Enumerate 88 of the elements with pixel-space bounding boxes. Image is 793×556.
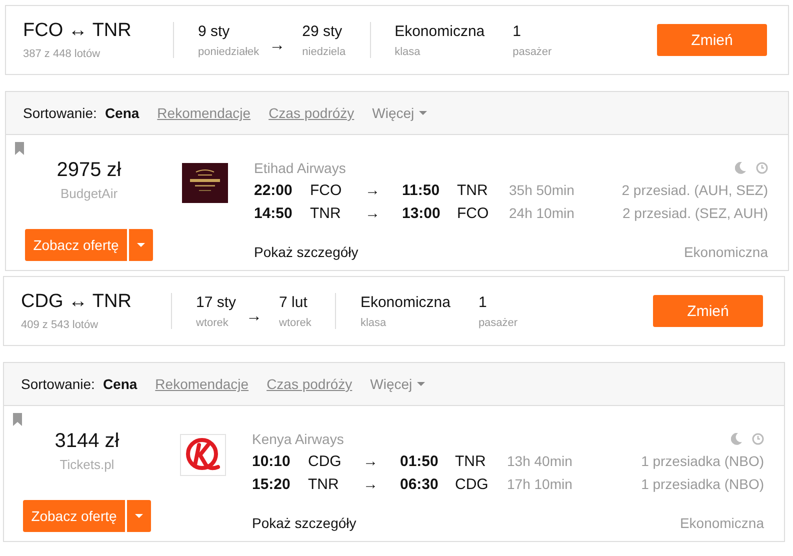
leg-arrow: → [363, 453, 379, 470]
sort-option[interactable]: Cena [102, 376, 138, 392]
depart-day: wtorek [196, 316, 236, 328]
more-dropdown[interactable]: Więcej [370, 376, 426, 392]
sort-option[interactable]: Rekomendacje [157, 105, 251, 121]
cabin-class: Ekonomiczna [394, 22, 486, 40]
origin-code: TNR [310, 205, 342, 222]
origin-code: CDG [308, 453, 342, 470]
airline-logo [180, 434, 226, 476]
agency-name: Tickets.pl [60, 457, 114, 472]
return-day: niedziela [302, 46, 346, 58]
change-button[interactable]: Zmień [657, 24, 767, 56]
departure-time: 10:10 [252, 453, 292, 470]
depart-date: 9 sty [198, 22, 231, 40]
destination-code: FCO [457, 205, 490, 222]
arrival-time: 11:50 [402, 182, 441, 199]
cabin-label: klasa [360, 316, 388, 328]
depart-day: poniedziałek [198, 46, 260, 58]
passenger-count: 1 [478, 294, 488, 310]
cabin-class: Ekonomiczna [360, 294, 452, 310]
stops-info: 2 przesiad. (SEZ, AUH) [622, 205, 768, 221]
price: 2975 zł [56, 159, 122, 182]
return-day: wtorek [279, 316, 312, 328]
airline-name: Kenya Airways [252, 431, 344, 447]
destination-code: TNR [455, 453, 487, 470]
arrival-time: 01:50 [400, 453, 440, 470]
view-offer-button[interactable]: Zobacz ofertę [23, 500, 125, 532]
cabin-class: Ekonomiczna [684, 244, 768, 260]
departure-time: 15:20 [252, 476, 292, 493]
flights-count: 409 z 543 lotów [21, 319, 100, 331]
clock-icon [756, 162, 768, 174]
moon-icon [731, 433, 742, 445]
change-button[interactable]: Zmień [653, 295, 763, 327]
dropdown-button[interactable] [128, 229, 153, 261]
show-details-link[interactable]: Pokaż szczegóły [254, 244, 358, 260]
agency-name: BudgetAir [60, 186, 118, 201]
sort-option[interactable]: Rekomendacje [155, 376, 249, 392]
passenger-label: pasażer [512, 46, 552, 58]
return-date: 7 lut [279, 294, 308, 310]
departure-time: 14:50 [254, 205, 294, 222]
passenger-count: 1 [512, 22, 522, 40]
date-arrow: → [246, 308, 262, 326]
destination-code: TNR [457, 182, 489, 199]
sort-label: Sortowanie: [23, 105, 97, 121]
arrival-time: 13:00 [402, 205, 442, 222]
date-arrow: → [269, 37, 286, 55]
passenger-label: pasażer [478, 316, 518, 328]
bookmark-icon[interactable] [13, 413, 22, 426]
leg-arrow: → [363, 476, 379, 493]
cabin-label: klasa [394, 46, 422, 58]
caret-icon [417, 382, 426, 386]
departure-time: 22:00 [254, 182, 294, 199]
sort-option[interactable]: Cena [104, 105, 140, 121]
show-details-link[interactable]: Pokaż szczegóły [252, 515, 356, 531]
sort-label: Sortowanie: [21, 376, 95, 392]
moon-icon [735, 162, 746, 174]
route: CDG ↔ TNR [21, 291, 132, 313]
price: 3144 zł [54, 430, 120, 453]
destination-code: CDG [455, 476, 490, 493]
flight-duration: 13h 40min [507, 453, 574, 469]
leg-arrow: → [365, 182, 381, 199]
flight-duration: 24h 10min [509, 205, 576, 221]
arrival-time: 06:30 [400, 476, 440, 493]
dropdown-button[interactable] [126, 500, 151, 532]
clock-icon [752, 433, 764, 445]
caret-icon [134, 514, 143, 518]
flight-duration: 35h 50min [509, 182, 576, 198]
airline-logo [182, 163, 228, 203]
sort-option[interactable]: Czas podróży [268, 105, 354, 121]
route: FCO ↔ TNR [23, 20, 132, 42]
flight-duration: 17h 10min [507, 476, 574, 492]
origin-code: FCO [310, 182, 343, 199]
stops-info: 1 przesiadka (NBO) [640, 476, 764, 492]
cabin-class: Ekonomiczna [680, 515, 764, 531]
flights-count: 387 z 448 lotów [23, 48, 102, 60]
caret-icon [136, 243, 145, 247]
caret-icon [419, 111, 428, 115]
sort-option[interactable]: Czas podróży [266, 376, 352, 392]
return-date: 29 sty [302, 22, 344, 40]
more-dropdown[interactable]: Więcej [372, 105, 428, 121]
stops-info: 1 przesiadka (NBO) [640, 453, 764, 469]
leg-arrow: → [365, 205, 381, 222]
stops-info: 2 przesiad. (AUH, SEZ) [620, 182, 768, 198]
view-offer-button[interactable]: Zobacz ofertę [25, 229, 127, 261]
origin-code: TNR [308, 476, 340, 493]
airline-name: Etihad Airways [254, 160, 346, 176]
depart-date: 17 sty [196, 294, 236, 310]
bookmark-icon[interactable] [15, 142, 24, 155]
